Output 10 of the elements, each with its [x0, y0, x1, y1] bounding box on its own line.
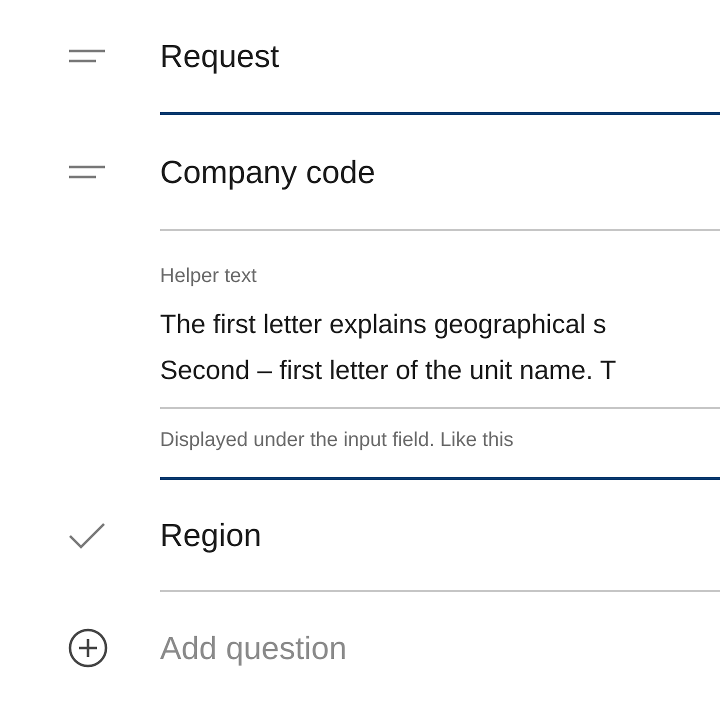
field-label: Helper text — [160, 264, 258, 289]
plus-circle-icon[interactable] — [68, 628, 108, 668]
field-hint: Displayed under the input field. Like this — [160, 428, 515, 453]
text-area-field[interactable]: The first letter explains geographical s Second – first letter of the unit name. T — [160, 291, 720, 409]
question-title: Region — [160, 516, 262, 554]
question-title: Company code — [160, 152, 376, 192]
checkmark-icon — [68, 522, 106, 550]
drag-handle-icon[interactable] — [68, 164, 106, 178]
drag-handle-icon[interactable] — [68, 49, 106, 63]
question-title: Request — [160, 36, 280, 76]
